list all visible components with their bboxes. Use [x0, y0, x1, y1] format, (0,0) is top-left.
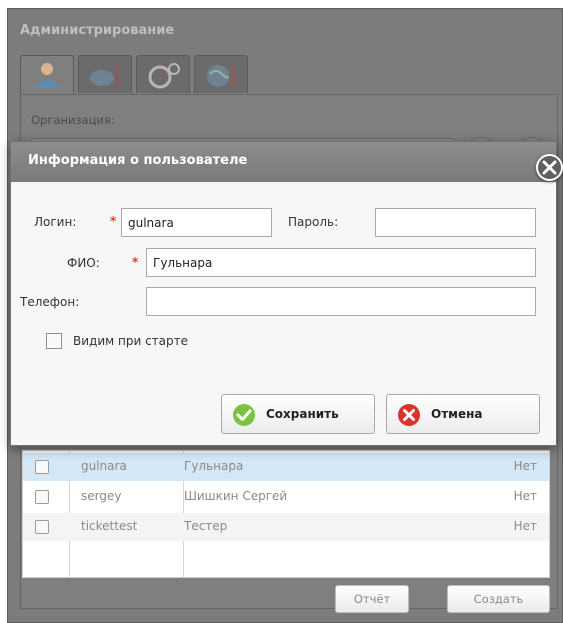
visible-at-start-checkbox[interactable]	[46, 333, 62, 349]
row-checkbox[interactable]	[35, 460, 49, 474]
user-login: tickettest	[81, 519, 138, 533]
password-input[interactable]	[375, 208, 536, 237]
checkmark-icon	[233, 404, 255, 426]
tab-climate[interactable]	[194, 55, 248, 93]
password-label: Пароль:	[288, 215, 339, 229]
tab-gauges[interactable]	[136, 55, 190, 93]
user-flag: Нет	[513, 519, 537, 533]
tab-weather[interactable]	[78, 55, 132, 93]
cancel-button[interactable]: Отмена	[386, 394, 540, 434]
user-icon	[35, 63, 59, 88]
user-flag: Нет	[513, 459, 537, 473]
fio-label: ФИО:	[67, 256, 100, 270]
login-required-mark: *	[110, 214, 117, 228]
gauge-icon	[148, 63, 180, 89]
phone-label: Телефон:	[20, 295, 80, 309]
user-login: gulnara	[81, 459, 127, 473]
user-fio: Гульнара	[184, 459, 244, 473]
close-icon	[542, 160, 557, 175]
organization-label: Организация:	[31, 113, 115, 127]
save-button-label: Сохранить	[266, 407, 339, 421]
table-row[interactable]: tickettest Тестер Нет	[23, 513, 549, 541]
cancel-icon	[398, 404, 420, 426]
cloud-thermometer-icon	[90, 65, 121, 87]
table-row[interactable]: sergey Шишкин Сергей Нет	[23, 483, 549, 511]
fio-input[interactable]	[146, 248, 536, 277]
table-row[interactable]: gulnara Гульнара Нет	[23, 453, 549, 481]
close-dialog-button[interactable]	[536, 154, 563, 181]
tab-users[interactable]	[20, 55, 74, 95]
create-button[interactable]: Создать	[447, 585, 550, 613]
dialog-header: Информация о пользователе	[11, 142, 556, 182]
globe-thermometer-icon	[207, 65, 237, 87]
row-checkbox[interactable]	[35, 490, 49, 504]
user-fio: Тестер	[184, 519, 228, 533]
visible-at-start-label: Видим при старте	[73, 334, 189, 348]
row-checkbox[interactable]	[35, 520, 49, 534]
login-label: Логин:	[34, 215, 77, 229]
fio-required-mark: *	[132, 255, 139, 269]
dialog-title: Информация о пользователе	[28, 153, 248, 168]
user-fio: Шишкин Сергей	[184, 489, 288, 503]
admin-title: Администрирование	[20, 23, 175, 38]
report-button[interactable]: Отчёт	[335, 585, 409, 613]
users-table: gulnara Гульнара Нет sergey Шишкин Серге…	[22, 450, 550, 578]
phone-input[interactable]	[146, 287, 536, 316]
cancel-button-label: Отмена	[431, 407, 483, 421]
login-input[interactable]	[121, 208, 272, 237]
user-login: sergey	[81, 489, 122, 503]
user-flag: Нет	[513, 489, 537, 503]
save-button[interactable]: Сохранить	[221, 394, 375, 434]
